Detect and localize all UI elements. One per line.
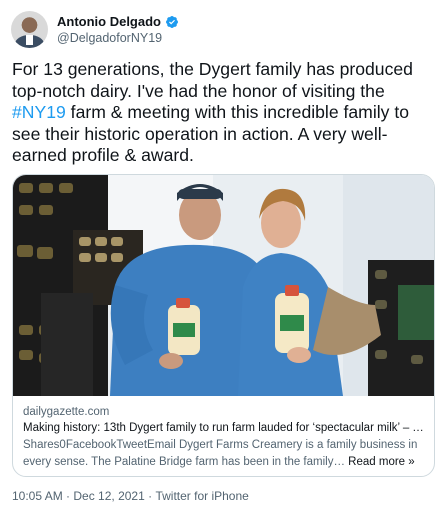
tweet-date[interactable]: Dec 12, 2021 [73, 489, 144, 503]
avatar[interactable] [11, 11, 48, 48]
tweet-timestamp-row: 10:05 AM · Dec 12, 2021 · Twitter for iP… [12, 489, 249, 503]
author-display-name[interactable]: Antonio Delgado [57, 14, 161, 29]
tweet-text-part-2: farm & meeting with this incredible fami… [12, 102, 410, 165]
hashtag-link[interactable]: #NY19 [12, 102, 66, 122]
tweet-text: For 13 generations, the Dygert family ha… [12, 59, 436, 167]
read-more-link[interactable]: Read more » [348, 456, 414, 468]
tweet-source[interactable]: Twitter for iPhone [155, 489, 248, 503]
card-photo [13, 175, 434, 396]
card-description: Shares0FacebookTweetEmail Dygert Farms C… [23, 437, 426, 471]
tweet: Antonio Delgado @DelgadoforNY19 For 13 g… [0, 0, 448, 512]
card-title[interactable]: Making history: 13th Dygert family to ru… [23, 420, 426, 437]
verified-badge-icon [166, 15, 178, 28]
card-domain: dailygazette.com [23, 406, 110, 418]
author-handle[interactable]: @DelgadoforNY19 [57, 31, 162, 45]
link-preview-card[interactable]: dailygazette.com Making history: 13th Dy… [12, 174, 435, 477]
name-row: Antonio Delgado [57, 14, 179, 29]
avatar-collar [26, 35, 33, 45]
separator: · [62, 489, 74, 503]
card-meta: dailygazette.com Making history: 13th Dy… [13, 396, 434, 476]
tweet-text-part-1: For 13 generations, the Dygert family ha… [12, 59, 413, 101]
separator: · [144, 489, 156, 503]
tweet-time[interactable]: 10:05 AM [12, 489, 63, 503]
tweet-header: Antonio Delgado @DelgadoforNY19 [11, 11, 431, 51]
